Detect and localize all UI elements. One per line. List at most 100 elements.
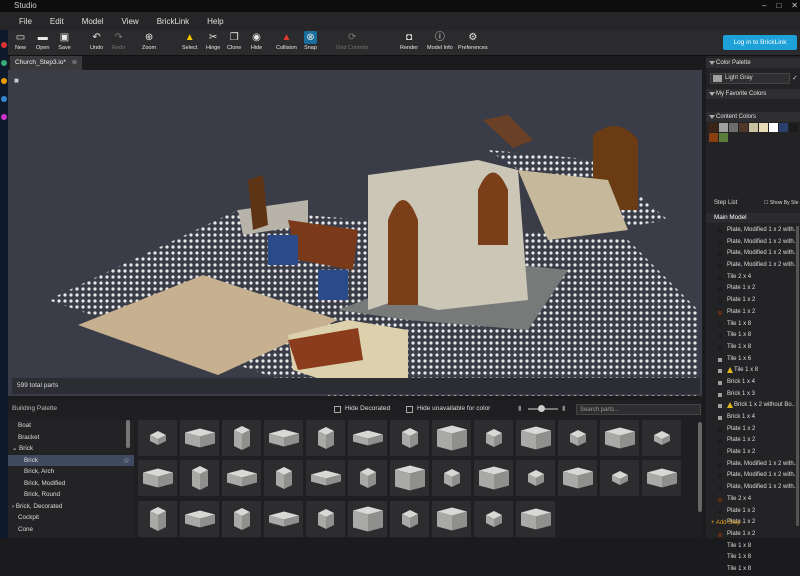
hide-button[interactable]: ◉ Hide (250, 31, 263, 51)
step-item[interactable]: Tile 1 x 8 (706, 564, 800, 576)
part-thumbnail[interactable] (306, 500, 345, 537)
menu-model[interactable]: Model (82, 17, 104, 26)
step-item[interactable]: Plate, Modified 1 x 2 with.. (706, 470, 800, 482)
step-item[interactable]: Tile 1 x 8 (706, 319, 800, 331)
part-thumbnail[interactable] (558, 460, 597, 497)
part-thumbnail[interactable] (390, 500, 429, 537)
hinge-button[interactable]: ✂ Hinge (206, 31, 220, 51)
color-swatch[interactable] (729, 123, 738, 132)
selected-color-dropdown[interactable]: Light Gray (710, 73, 790, 84)
redo-button[interactable]: ↷ Redo (112, 31, 125, 51)
step-item[interactable]: Plate, Modified 1 x 2 with.. (706, 237, 800, 249)
preferences-button[interactable]: ⚙ Preferences (458, 31, 488, 51)
step-item[interactable]: Plate 1 x 2 (706, 435, 800, 447)
save-button[interactable]: ▣ Save (58, 31, 71, 51)
model-info-button[interactable]: ⓘ Model Info (427, 31, 453, 51)
taskbar-icon[interactable] (1, 60, 7, 66)
part-thumbnail[interactable] (558, 420, 597, 456)
step-item[interactable]: Brick 1 x 3 (706, 389, 800, 401)
part-thumbnail[interactable] (516, 500, 555, 537)
size-slider-handle[interactable] (538, 405, 545, 412)
show-by-step-checkbox[interactable]: ☐ Show By Ste (764, 200, 799, 206)
color-swatch[interactable] (709, 133, 718, 142)
part-thumbnail[interactable] (306, 420, 345, 456)
step-item[interactable]: Brick 1 x 2 without Bo.. (706, 400, 800, 412)
clone-button[interactable]: ❐ Clone (227, 31, 241, 51)
part-thumbnail[interactable] (180, 460, 219, 497)
step-item[interactable]: Plate 1 x 2 (706, 307, 800, 319)
part-thumbnail[interactable] (642, 420, 681, 456)
step-item[interactable]: Brick 1 x 4 (706, 377, 800, 389)
zoom-button[interactable]: ⊕ Zoom (142, 31, 156, 51)
step-item[interactable]: Tile 2 x 4 (706, 494, 800, 506)
part-thumbnail[interactable] (222, 460, 261, 497)
taskbar-icon[interactable] (1, 114, 7, 120)
part-thumbnail[interactable] (642, 460, 681, 497)
part-thumbnail[interactable] (348, 460, 387, 497)
search-parts-input[interactable]: Search parts... (576, 404, 701, 415)
grid-controls-button[interactable]: ⟳ Grid Controls (336, 31, 368, 51)
color-swatch[interactable] (789, 123, 798, 132)
part-thumbnail[interactable] (138, 460, 177, 497)
category-scrollbar[interactable] (126, 420, 130, 448)
menu-edit[interactable]: Edit (50, 17, 64, 26)
part-thumbnail[interactable] (348, 420, 387, 456)
step-item[interactable]: Plate, Modified 1 x 2 with.. (706, 459, 800, 471)
part-thumbnail[interactable] (432, 420, 471, 456)
category-item[interactable]: Cone (8, 524, 134, 536)
step-item[interactable]: Plate 1 x 2 (706, 447, 800, 459)
part-thumbnail[interactable] (222, 500, 261, 537)
part-thumbnail[interactable] (432, 460, 471, 497)
add-step-button[interactable]: + Add Step (711, 520, 741, 526)
category-item[interactable]: Brick, Modified (8, 478, 134, 490)
content-colors-header[interactable]: Content Colors (706, 112, 800, 122)
part-thumbnail[interactable] (264, 460, 303, 497)
category-item[interactable]: Boat (8, 420, 134, 432)
parts-scrollbar[interactable] (698, 422, 702, 512)
checkmark-icon[interactable]: ✓ (792, 74, 798, 82)
step-item[interactable]: Plate 1 x 2 (706, 506, 800, 518)
maximize-button[interactable]: □ (776, 0, 781, 12)
select-button[interactable]: ▲ Select (182, 31, 197, 51)
render-button[interactable]: ◘ Render (400, 31, 418, 51)
snap-button[interactable]: ⊗ Snap (304, 31, 317, 51)
step-item[interactable]: Tile 2 x 4 (706, 272, 800, 284)
part-thumbnail[interactable] (474, 500, 513, 537)
color-swatch[interactable] (769, 123, 778, 132)
step-item[interactable]: Plate 1 x 2 (706, 529, 800, 541)
step-item[interactable]: Plate, Modified 1 x 2 with.. (706, 225, 800, 237)
part-thumbnail[interactable] (306, 460, 345, 497)
part-thumbnail[interactable] (432, 500, 471, 537)
color-swatch[interactable] (709, 123, 718, 132)
category-item[interactable]: Brick, Round (8, 489, 134, 501)
part-thumbnail[interactable] (264, 420, 303, 456)
color-swatch[interactable] (719, 123, 728, 132)
close-tab-icon[interactable]: ⊗ (72, 59, 77, 66)
step-item[interactable]: Tile 1 x 8 (706, 330, 800, 342)
taskbar-icon[interactable] (1, 42, 7, 48)
new-button[interactable]: ▭ New (14, 31, 27, 51)
step-item[interactable]: Tile 1 x 8 (706, 365, 800, 377)
category-item-selected[interactable]: Brick ☆ (8, 454, 134, 466)
file-tab[interactable]: Church_Step3.io* ⊗ (10, 56, 83, 70)
part-thumbnail[interactable] (222, 420, 261, 456)
close-button[interactable]: ✕ (791, 0, 798, 12)
taskbar-icon[interactable] (1, 78, 7, 84)
part-thumbnail[interactable] (474, 420, 513, 456)
hide-decorated-checkbox[interactable] (334, 406, 341, 413)
step-item[interactable]: Tile 1 x 8 (706, 541, 800, 553)
step-item[interactable]: Tile 1 x 8 (706, 552, 800, 564)
step-item[interactable]: Tile 1 x 8 (706, 342, 800, 354)
part-thumbnail[interactable] (390, 420, 429, 456)
login-bricklink-button[interactable]: Log in to BrickLink (723, 35, 797, 50)
open-button[interactable]: ▬ Open (36, 31, 49, 51)
favorite-colors-header[interactable]: My Favorite Colors (706, 89, 800, 99)
part-thumbnail[interactable] (348, 500, 387, 537)
taskbar-icon[interactable] (1, 96, 7, 102)
3d-viewport[interactable]: ■ (8, 70, 702, 396)
part-thumbnail[interactable] (600, 420, 639, 456)
menu-view[interactable]: View (121, 17, 138, 26)
color-swatch[interactable] (759, 123, 768, 132)
hide-unavailable-checkbox[interactable] (406, 406, 413, 413)
part-thumbnail[interactable] (390, 460, 429, 497)
